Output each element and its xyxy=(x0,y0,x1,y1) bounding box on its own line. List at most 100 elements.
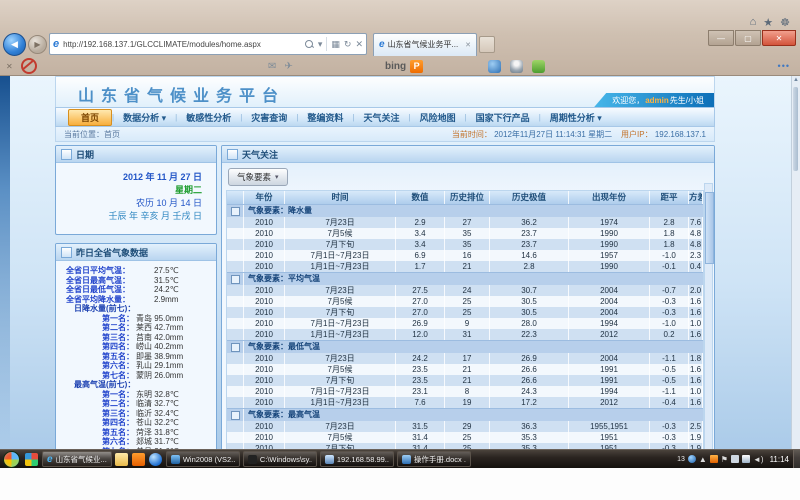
expand-icon[interactable] xyxy=(231,207,240,216)
table-row[interactable]: 20107月1日~7月23日23.1824.31994-1.11.0 xyxy=(227,386,703,397)
tools-gear-icon[interactable]: ☸ xyxy=(780,16,790,29)
expand-icon[interactable] xyxy=(231,275,240,284)
home-icon[interactable]: ⌂ xyxy=(750,16,757,29)
share-icon[interactable]: ✈ xyxy=(284,61,292,72)
table-row[interactable]: 20107月下旬23.52126.61991-0.51.6 xyxy=(227,375,703,386)
nav-item-5[interactable]: 整编资料 xyxy=(298,110,352,125)
close-button[interactable]: ✕ xyxy=(762,30,796,46)
taskbar-clock[interactable]: 11:14 xyxy=(770,455,789,464)
tray-hidden-icons[interactable]: ▲ xyxy=(699,455,707,464)
table-group-header[interactable]: 气象要素：最高气温 xyxy=(227,408,703,421)
scrollbar-thumb[interactable] xyxy=(793,87,798,171)
element-select-button[interactable]: 气象要素 ▾ xyxy=(228,168,288,186)
table-group-header[interactable]: 气象要素：降水量 xyxy=(227,204,703,217)
table-row[interactable]: 20101月1日~7月23日1.7212.81990-0.10.4 xyxy=(227,261,703,272)
orange-app-icon[interactable] xyxy=(132,453,145,466)
scroll-up-icon[interactable]: ▲ xyxy=(792,76,800,85)
plugin-addon-icon[interactable] xyxy=(532,60,545,73)
table-cell: -0.7 xyxy=(650,285,689,296)
nav-item-9[interactable]: 周期性分析 ▾ xyxy=(541,110,611,125)
table-cell: 36.2 xyxy=(490,217,569,228)
expand-icon[interactable] xyxy=(231,343,240,352)
tab-close-icon[interactable]: ✕ xyxy=(465,41,471,49)
taskbar-window-1[interactable]: Win2008 (VS2... xyxy=(166,451,240,467)
show-desktop-button[interactable] xyxy=(793,450,800,468)
table-cell: -1.1 xyxy=(650,386,689,397)
table-group-header[interactable]: 气象要素：平均气温 xyxy=(227,272,703,285)
table-row[interactable]: 20101月1日~7月23日7.61917.22012-0.41.6 xyxy=(227,397,703,408)
forward-button[interactable]: ▶ xyxy=(28,35,47,54)
table-row[interactable]: 20107月5候31.42535.31951-0.31.9 xyxy=(227,432,703,443)
page-favicon-icon: e xyxy=(53,38,59,50)
tray-security-icon[interactable] xyxy=(710,455,718,463)
browser-scrollbar[interactable]: ▲ xyxy=(791,76,800,449)
nav-item-2[interactable]: 数据分析 ▾ xyxy=(114,110,175,125)
media-player-icon[interactable] xyxy=(149,453,162,466)
favorites-star-icon[interactable]: ★ xyxy=(763,16,773,29)
table-cell: -0.3 xyxy=(650,296,689,307)
nav-item-7[interactable]: 风险地图 xyxy=(411,110,465,125)
nav-item-3[interactable]: 敏感性分析 xyxy=(177,110,240,125)
table-cell: 1月1日~7月23日 xyxy=(285,397,396,408)
table-row[interactable]: 20107月5候23.52126.61991-0.51.6 xyxy=(227,364,703,375)
nav-item-6[interactable]: 天气关注 xyxy=(354,110,408,125)
nav-item-4[interactable]: 灾害查询 xyxy=(242,110,296,125)
refresh-icon[interactable]: ↻ xyxy=(344,39,352,50)
tray-network-icon[interactable] xyxy=(742,455,750,463)
table-row[interactable]: 20107月5候3.43523.719901.84.8 xyxy=(227,228,703,239)
compatibility-view-icon[interactable]: ▦ xyxy=(331,39,340,50)
camera-addon-icon[interactable] xyxy=(488,60,501,73)
table-row[interactable]: 20107月23日27.52430.72004-0.72.0 xyxy=(227,285,703,296)
taskbar-window-2[interactable]: C:\Windows\sy... xyxy=(243,451,317,467)
site-title: 山东省气候业务平台 xyxy=(78,82,285,106)
browser-tab[interactable]: e 山东省气候业务平... ✕ xyxy=(373,33,477,56)
table-group-header[interactable]: 气象要素：最低气温 xyxy=(227,340,703,353)
rank-value: 蒙阴 26.0mm xyxy=(136,371,183,381)
nav-item-8[interactable]: 国家下行产品 xyxy=(467,110,539,125)
nav-item-1[interactable]: 首页 xyxy=(68,109,112,126)
tray-flag-icon[interactable]: ⚑ xyxy=(721,455,728,464)
addon-bar-close-icon[interactable]: ✕ xyxy=(6,62,13,71)
table-row[interactable]: 20107月23日2.92736.219742.87.6 xyxy=(227,217,703,228)
search-dropdown-icon[interactable]: ▾ xyxy=(318,39,323,50)
taskbar-window-ie[interactable]: e 山东省气候业... xyxy=(42,451,112,467)
table-row[interactable]: 20107月23日31.52936.31955,1951-0.32.5 xyxy=(227,421,703,432)
table-row[interactable]: 20101月1日~7月23日12.03122.320120.21.6 xyxy=(227,329,703,340)
stop-icon[interactable]: ✕ xyxy=(355,39,363,50)
panel-scrollbar[interactable] xyxy=(704,183,713,449)
tray-display-icon[interactable] xyxy=(731,455,739,463)
table-row[interactable]: 20107月1日~7月23日26.9928.01994-1.01.0 xyxy=(227,318,703,329)
pinned-app-icon[interactable] xyxy=(25,453,38,466)
table-cell: 1.6 xyxy=(689,364,703,375)
table-row[interactable]: 20107月1日~7月23日6.91614.61957-1.02.3 xyxy=(227,250,703,261)
mail-icon[interactable]: ✉ xyxy=(268,61,276,72)
explorer-folder-icon[interactable] xyxy=(115,453,128,466)
stat-label: 全省日平均气温： xyxy=(66,266,154,276)
taskbar-window-4[interactable]: 操作手册.docx ... xyxy=(397,451,471,467)
maximize-button[interactable]: ▢ xyxy=(735,30,761,46)
table-cell: 1.7 xyxy=(396,261,445,272)
table-row[interactable]: 20107月5候27.02530.52004-0.31.6 xyxy=(227,296,703,307)
table-row[interactable]: 20107月下旬27.02530.52004-0.31.6 xyxy=(227,307,703,318)
minimize-button[interactable]: — xyxy=(708,30,734,46)
expand-icon[interactable] xyxy=(231,411,240,420)
bing-search-button[interactable]: P xyxy=(410,60,423,73)
rank-value: 乳山 29.1mm xyxy=(136,361,183,371)
table-row[interactable]: 20107月23日24.21726.92004-1.11.8 xyxy=(227,353,703,364)
back-button[interactable]: ◀ xyxy=(3,33,26,56)
search-icon[interactable] xyxy=(305,40,314,49)
taskbar-window-3[interactable]: 192.168.58.99... xyxy=(320,451,394,467)
table-cell: 23.5 xyxy=(396,364,445,375)
tray-volume-icon[interactable]: ◄) xyxy=(753,455,764,464)
url-text[interactable]: http://192.168.137.1/GLCCLIMATE/modules/… xyxy=(63,40,305,49)
address-bar[interactable]: e http://192.168.137.1/GLCCLIMATE/module… xyxy=(49,33,367,55)
stat-row: 全省日最高气温：31.5℃ xyxy=(66,276,214,286)
table-row[interactable]: 20107月下旬3.43523.719901.84.8 xyxy=(227,239,703,250)
tray-network-globe-icon[interactable] xyxy=(688,455,696,463)
rank-row: 第一名：东明 32.8℃ xyxy=(66,390,214,400)
more-options-icon[interactable]: ••• xyxy=(778,61,790,71)
blocked-content-icon[interactable] xyxy=(21,58,37,74)
new-tab-button[interactable] xyxy=(479,36,495,53)
profile-addon-icon[interactable] xyxy=(510,60,523,73)
start-button[interactable] xyxy=(3,451,20,468)
